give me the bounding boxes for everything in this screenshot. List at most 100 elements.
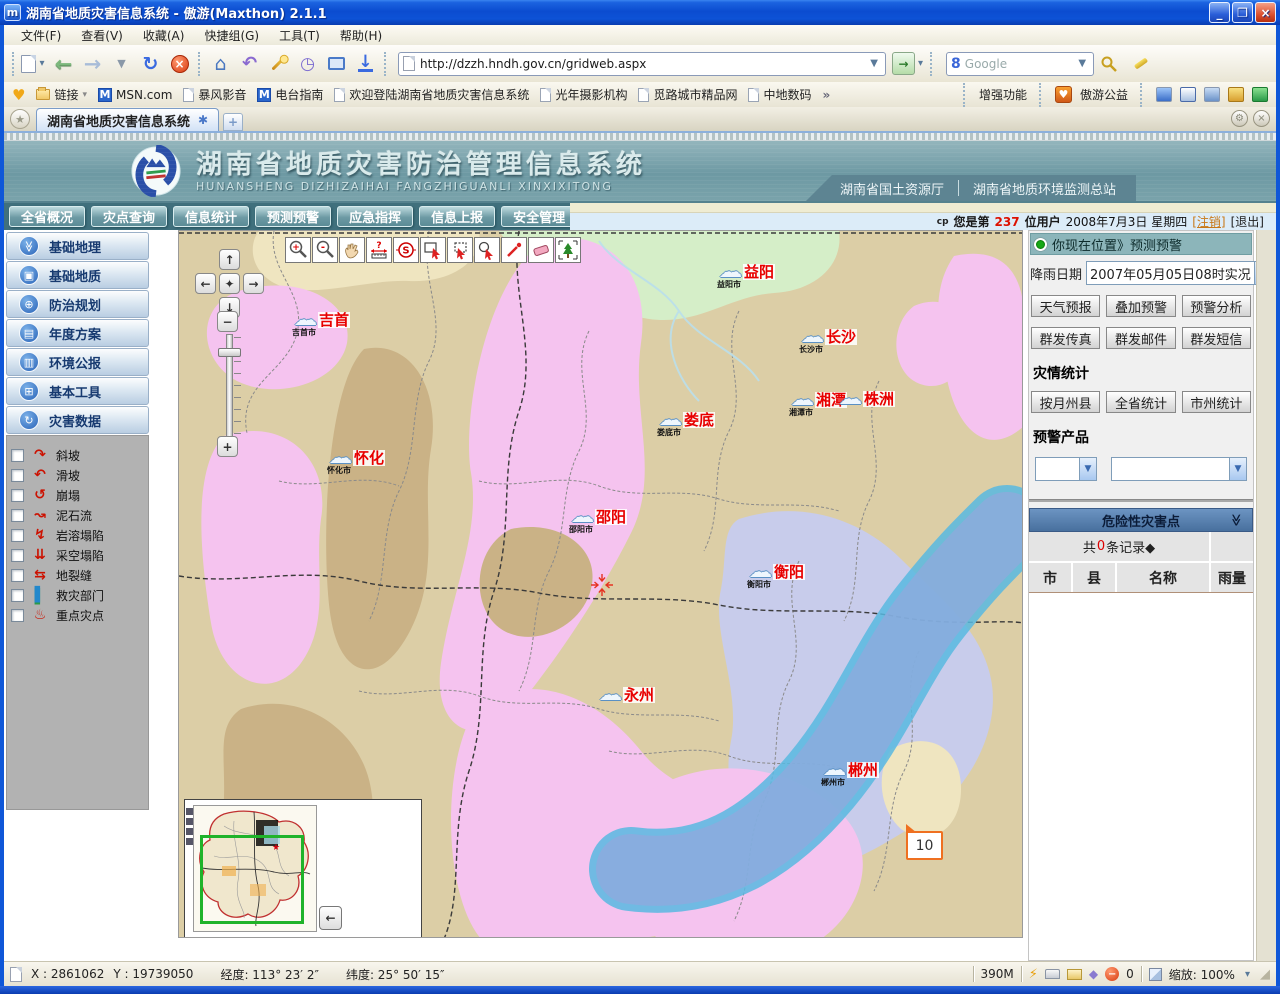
- notepad-icon[interactable]: [1204, 87, 1220, 102]
- overview-tools[interactable]: [186, 808, 193, 845]
- bookmark-links-folder[interactable]: 链接▾: [36, 86, 87, 103]
- plugin-diamond-icon[interactable]: ◆: [1089, 967, 1098, 981]
- resize-grip[interactable]: ◢: [1260, 967, 1270, 982]
- sidebar-item-basic-tools[interactable]: ⊞基本工具: [6, 377, 149, 405]
- pan-tool[interactable]: [339, 237, 365, 263]
- sidebar-item-prevention-plan[interactable]: ⊕防治规划: [6, 290, 149, 318]
- nav-tab-report[interactable]: 信息上报: [419, 206, 495, 227]
- layer-checkbox[interactable]: [11, 469, 24, 482]
- messenger-icon[interactable]: [1156, 87, 1172, 102]
- sidebar-item-annual-plan[interactable]: ▤年度方案: [6, 319, 149, 347]
- viewport-rectangle[interactable]: [200, 835, 304, 924]
- layer-checkbox[interactable]: [11, 589, 24, 602]
- mass-fax-button[interactable]: 群发传真: [1031, 327, 1100, 349]
- charity-shield-icon[interactable]: ♥: [1055, 86, 1072, 103]
- zoom-in-tool[interactable]: +: [285, 237, 311, 263]
- bookmark-hunan-system[interactable]: 欢迎登陆湖南省地质灾害信息系统: [334, 86, 529, 103]
- zoom-out-tool[interactable]: -: [312, 237, 338, 263]
- bookmark-msn[interactable]: MMSN.com: [98, 88, 172, 102]
- nav-tab-emergency[interactable]: 应急指挥: [337, 206, 413, 227]
- city-marker-loudi[interactable]: ☁☁娄底市娄底: [659, 412, 715, 428]
- nav-tab-query[interactable]: 灾点查询: [91, 206, 167, 227]
- chevron-down-icon[interactable]: ▼: [1079, 458, 1096, 480]
- rainfall-flag-marker[interactable]: 10: [906, 831, 943, 860]
- city-marker-shaoyang[interactable]: ☁☁邵阳市邵阳: [571, 509, 627, 525]
- link-monitor-station[interactable]: 湖南省地质环境监测总站: [973, 179, 1116, 198]
- new-page-button[interactable]: ▾: [20, 49, 49, 78]
- tab-bar-close-button[interactable]: ×: [1253, 110, 1270, 127]
- nav-tab-security[interactable]: 安全管理: [501, 206, 577, 227]
- page-resize-icon[interactable]: [1149, 968, 1162, 981]
- city-marker-yiyang[interactable]: ☁☁益阳市益阳: [719, 264, 775, 280]
- sidebar-item-environment-bulletin[interactable]: ▥环境公报: [6, 348, 149, 376]
- menu-favorites[interactable]: 收藏(A): [134, 25, 194, 46]
- pan-left-button[interactable]: ←: [195, 273, 216, 294]
- stop-button[interactable]: ×: [165, 49, 194, 78]
- crayon-icon[interactable]: [1228, 87, 1244, 102]
- layer-checkbox[interactable]: [11, 529, 24, 542]
- province-stats-button[interactable]: 全省统计: [1106, 391, 1175, 413]
- nav-tab-overview[interactable]: 全省概况: [9, 206, 85, 227]
- city-marker-jishou[interactable]: ☁☁吉首市吉首: [294, 312, 350, 328]
- product-type-select[interactable]: ▼: [1035, 457, 1097, 481]
- pan-up-button[interactable]: ↑: [219, 249, 240, 270]
- rain-date-select[interactable]: 2007年05月05日08时实况 ▼: [1086, 261, 1272, 285]
- zoom-level[interactable]: 缩放: 100%: [1169, 966, 1235, 983]
- maximize-button[interactable]: ❐: [1232, 2, 1253, 23]
- layer-checkbox[interactable]: [11, 449, 24, 462]
- menu-groups[interactable]: 快捷组(G): [195, 25, 268, 46]
- overview-collapse-button[interactable]: ←: [319, 906, 342, 930]
- enhance-menu[interactable]: 增强功能: [979, 86, 1027, 103]
- search-engine-dropdown-icon[interactable]: ▼: [1075, 58, 1089, 69]
- bookmark-milu[interactable]: 觅路城市精品网: [638, 86, 737, 103]
- search-button[interactable]: [1094, 49, 1123, 78]
- bookmark-storm[interactable]: 暴风影音: [183, 86, 246, 103]
- city-marker-huaihua[interactable]: ☁☁怀化市怀化: [329, 450, 385, 466]
- magic-fill-button[interactable]: [264, 49, 293, 78]
- danger-points-header[interactable]: 危险性灾害点 ≫: [1029, 508, 1253, 532]
- menu-view[interactable]: 查看(V): [72, 25, 132, 46]
- address-input[interactable]: http://dzzh.hndh.gov.cn/gridweb.aspx: [415, 57, 867, 71]
- nav-tab-forecast[interactable]: 预测预警: [255, 206, 331, 227]
- point-mark-tool[interactable]: [501, 237, 527, 263]
- warning-analysis-button[interactable]: 预警分析: [1182, 295, 1251, 317]
- city-marker-changsha[interactable]: ☁☁长沙市长沙: [801, 329, 857, 345]
- address-bar[interactable]: http://dzzh.hndh.gov.cn/gridweb.aspx ▼: [398, 52, 886, 76]
- history-button[interactable]: ◷: [293, 49, 322, 78]
- city-marker-yongzhou[interactable]: ☁☁永州: [599, 687, 655, 703]
- layer-checkbox[interactable]: [11, 569, 24, 582]
- go-button[interactable]: →: [892, 52, 915, 75]
- city-stats-button[interactable]: 市州统计: [1182, 391, 1251, 413]
- tab-tools-button[interactable]: ⚙: [1231, 110, 1248, 127]
- popup-blocker-icon[interactable]: −: [1105, 967, 1119, 981]
- tab-active[interactable]: 湖南省地质灾害信息系统 ✱: [36, 108, 219, 131]
- search-input[interactable]: Google: [965, 57, 1076, 71]
- link-land-resources[interactable]: 湖南省国土资源厅: [840, 179, 944, 198]
- history-dropdown-button[interactable]: ▼: [107, 49, 136, 78]
- city-marker-chenzhou[interactable]: ☁☁郴州市郴州: [823, 762, 879, 778]
- mass-email-button[interactable]: 群发邮件: [1106, 327, 1175, 349]
- capture-button[interactable]: [322, 49, 351, 78]
- new-tab-button[interactable]: +: [223, 113, 243, 131]
- logout-link[interactable]: [注销]: [1192, 213, 1225, 230]
- full-extent-tool[interactable]: [555, 237, 581, 263]
- tab-list-star-button[interactable]: ★: [10, 109, 30, 129]
- collapse-chevron-icon[interactable]: ≫: [1230, 514, 1244, 527]
- address-dropdown-icon[interactable]: ▼: [867, 58, 881, 69]
- plugin-cube-icon[interactable]: [1252, 87, 1268, 102]
- menu-help[interactable]: 帮助(H): [331, 25, 391, 46]
- eraser-tool[interactable]: [528, 237, 554, 263]
- zoom-out-box-tool[interactable]: [447, 237, 473, 263]
- tab-close-icon[interactable]: ✱: [198, 113, 208, 127]
- close-button[interactable]: ×: [1255, 2, 1276, 23]
- back-button[interactable]: ←: [49, 49, 78, 78]
- city-marker-hengyang[interactable]: ☁☁衡阳市衡阳: [749, 564, 805, 580]
- weather-forecast-button[interactable]: 天气预报: [1031, 295, 1100, 317]
- menu-file[interactable]: 文件(F): [12, 25, 70, 46]
- bookmarks-overflow-button[interactable]: »: [822, 88, 830, 102]
- zoom-out-button[interactable]: −: [217, 311, 238, 332]
- go-options-icon[interactable]: ▾: [915, 58, 926, 69]
- minimize-button[interactable]: _: [1209, 2, 1230, 23]
- nav-tab-statistics[interactable]: 信息统计: [173, 206, 249, 227]
- monthly-county-button[interactable]: 按月州县: [1031, 391, 1100, 413]
